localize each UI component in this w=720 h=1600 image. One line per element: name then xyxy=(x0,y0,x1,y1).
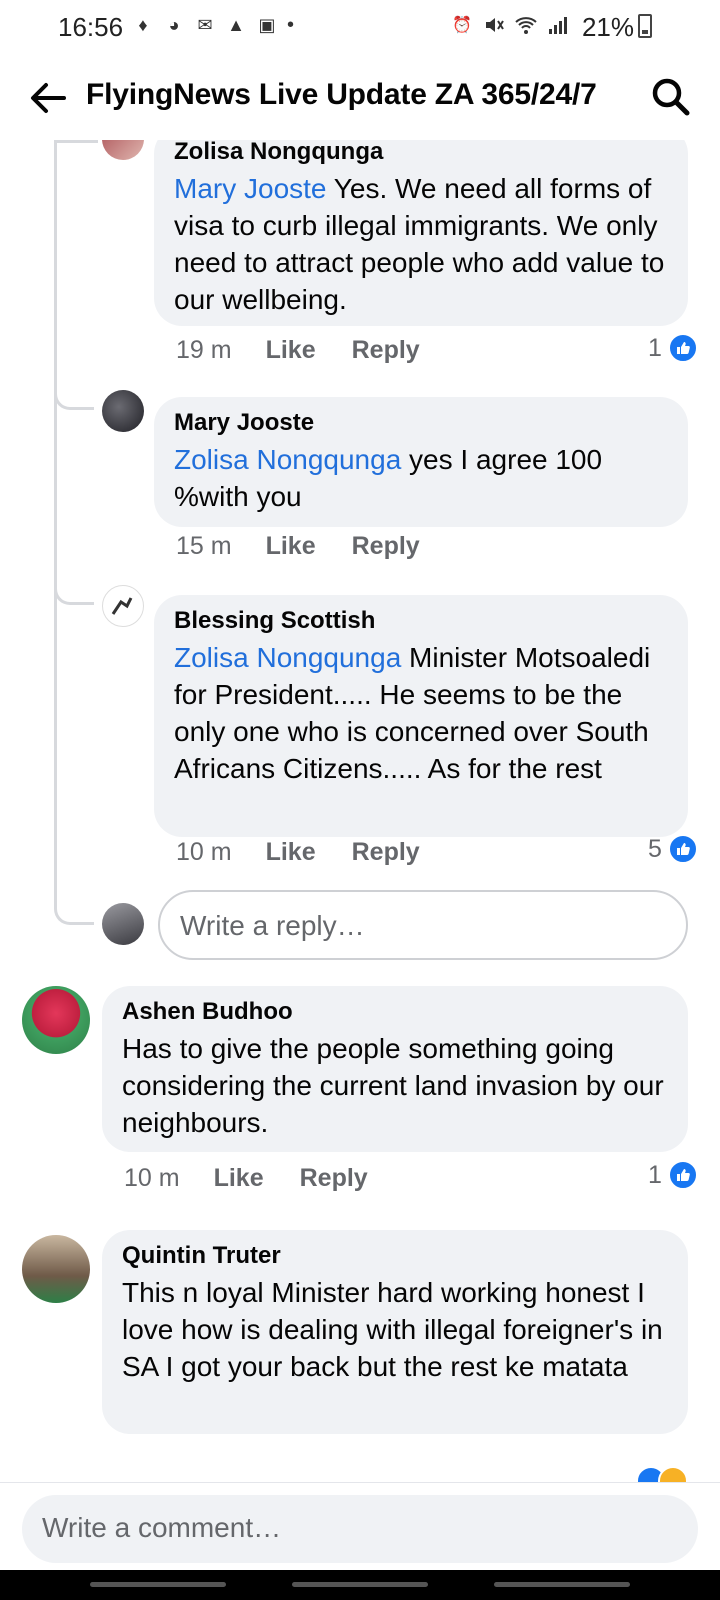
status-bar: 16:56 ♦ ◕ ✉ ▲ ▣ • ⏰ 21% xyxy=(0,0,720,54)
avatar[interactable] xyxy=(102,390,144,432)
page-title: FlyingNews Live Update ZA 365/24/7 xyxy=(86,78,597,111)
notification-icons: ♦ ◕ ✉ ▲ ▣ • xyxy=(132,14,294,37)
comment-author[interactable]: Quintin Truter xyxy=(122,1242,668,1270)
thread-branch xyxy=(54,140,98,143)
reply-button[interactable]: Reply xyxy=(300,1164,368,1193)
app-notification-icon: ♦ xyxy=(138,15,148,35)
comment-bubble: Ashen Budhoo Has to give the people some… xyxy=(102,986,688,1152)
alarm-icon: ⏰ xyxy=(452,17,472,34)
top-bar: FlyingNews Live Update ZA 365/24/7 xyxy=(0,62,720,134)
comment-time[interactable]: 10 m xyxy=(176,838,232,867)
comment-time[interactable]: 10 m xyxy=(124,1164,180,1193)
like-button[interactable]: Like xyxy=(266,336,316,365)
reply-button[interactable]: Reply xyxy=(352,532,420,561)
reaction-summary[interactable]: 1 xyxy=(648,333,698,363)
reaction-summary[interactable]: 5 xyxy=(648,834,698,864)
nav-home[interactable] xyxy=(292,1582,428,1587)
comment-actions: 10 m Like Reply xyxy=(124,1164,404,1193)
messenger-icon: ◕ xyxy=(168,15,180,35)
haha-reaction-icon xyxy=(658,1466,688,1482)
system-icons: ⏰ xyxy=(450,14,570,36)
comment-bubble: Blessing Scottish Zolisa Nongqunga Minis… xyxy=(154,595,688,837)
status-time: 16:56 xyxy=(58,12,124,42)
comment-text: This n loyal Minister hard working hones… xyxy=(122,1277,663,1382)
comment-actions: 10 m Like Reply xyxy=(176,838,456,867)
search-icon[interactable] xyxy=(650,76,692,118)
comment-composer: Write a comment… xyxy=(0,1482,720,1570)
reply-button[interactable]: Reply xyxy=(352,838,420,867)
like-reaction-icon xyxy=(667,834,698,864)
mention-link[interactable]: Mary Jooste xyxy=(174,173,327,204)
battery-icon xyxy=(638,14,652,38)
avatar[interactable] xyxy=(22,1235,90,1303)
comment-actions: 19 m Like Reply xyxy=(176,336,456,365)
reaction-summary[interactable]: 1 xyxy=(648,1160,698,1190)
reaction-summary[interactable] xyxy=(636,1466,688,1482)
avatar[interactable] xyxy=(102,140,144,160)
wifi-icon xyxy=(514,14,538,36)
like-button[interactable]: Like xyxy=(214,1164,264,1193)
signal-icon xyxy=(546,14,570,36)
nav-recent-apps[interactable] xyxy=(90,1582,226,1587)
nav-back[interactable] xyxy=(494,1582,630,1587)
comment-bubble: Zolisa Nongqunga Mary Jooste Yes. We nee… xyxy=(154,140,688,326)
comment-bubble: Mary Jooste Zolisa Nongqunga yes I agree… xyxy=(154,397,688,527)
thread-line xyxy=(54,140,57,780)
reaction-count: 5 xyxy=(648,834,662,863)
comment-text: Mary Jooste Yes. We need all forms of vi… xyxy=(174,173,665,315)
navigation-bar xyxy=(0,1570,720,1600)
mm-app-icon: ▲ xyxy=(227,15,245,35)
back-arrow-icon[interactable] xyxy=(26,76,70,120)
comment-author[interactable]: Ashen Budhoo xyxy=(122,998,668,1026)
mail-icon: ✉ xyxy=(197,15,213,35)
comment-author[interactable]: Mary Jooste xyxy=(174,409,668,437)
like-button[interactable]: Like xyxy=(266,532,316,561)
mention-link[interactable]: Zolisa Nongqunga xyxy=(174,642,401,673)
comment-text: Zolisa Nongqunga yes I agree 100 %with y… xyxy=(174,444,603,512)
thread-branch xyxy=(54,555,94,605)
like-reaction-icon xyxy=(667,333,698,363)
thread-branch xyxy=(54,360,94,410)
reaction-count: 1 xyxy=(648,333,662,362)
comment-text: Has to give the people something going c… xyxy=(122,1033,664,1138)
comment-input[interactable]: Write a comment… xyxy=(22,1495,698,1563)
comment-time[interactable]: 19 m xyxy=(176,336,232,365)
battery-percentage: 21% xyxy=(581,12,634,42)
reply-input[interactable]: Write a reply… xyxy=(158,890,688,960)
comment-author[interactable]: Blessing Scottish xyxy=(174,607,668,635)
avatar[interactable] xyxy=(22,986,90,1054)
current-user-avatar xyxy=(102,903,144,945)
reaction-count: 1 xyxy=(648,1160,662,1189)
reply-button[interactable]: Reply xyxy=(352,336,420,365)
comment-time[interactable]: 15 m xyxy=(176,532,232,561)
avatar[interactable] xyxy=(102,585,144,627)
mute-icon xyxy=(482,14,506,36)
mention-link[interactable]: Zolisa Nongqunga xyxy=(174,444,401,475)
comment-thread: Zolisa Nongqunga Mary Jooste Yes. We nee… xyxy=(0,140,720,1482)
comment-author[interactable]: Zolisa Nongqunga xyxy=(174,140,668,166)
comment-bubble: Quintin Truter This n loyal Minister har… xyxy=(102,1230,688,1434)
download-icon: ▣ xyxy=(258,15,276,35)
thread-branch xyxy=(54,760,94,925)
like-button[interactable]: Like xyxy=(266,838,316,867)
more-notifications-dot: • xyxy=(287,14,295,36)
comment-actions: 15 m Like Reply xyxy=(176,532,456,561)
comment-text: Zolisa Nongqunga Minister Motsoaledi for… xyxy=(174,642,651,784)
like-reaction-icon xyxy=(667,1160,698,1190)
